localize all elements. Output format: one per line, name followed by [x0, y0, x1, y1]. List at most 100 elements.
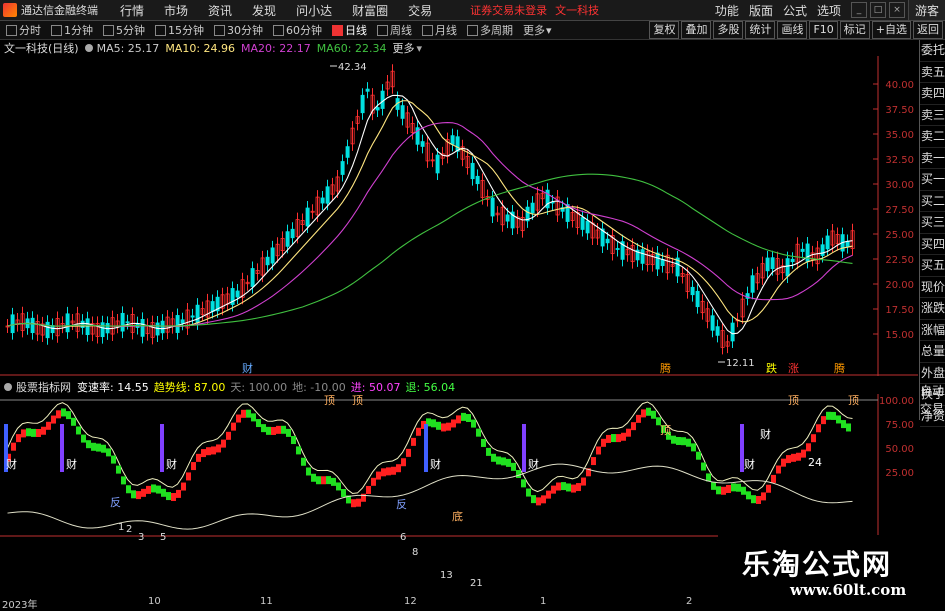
fib-count-label: 5 — [160, 532, 166, 543]
menu-formula[interactable]: 公式 — [783, 2, 807, 19]
quote-buy5[interactable]: 买五 — [920, 255, 945, 277]
chevron-down-icon[interactable]: ▾ — [416, 42, 422, 55]
quote-entrust[interactable]: 委托 — [920, 40, 945, 62]
trend-ribbon — [146, 485, 151, 494]
quote-auto[interactable]: 自动 — [919, 382, 945, 400]
add-watchlist-button[interactable]: +自选 — [871, 21, 911, 39]
more-ma-label[interactable]: 更多 — [392, 40, 414, 56]
quote-change[interactable]: 涨跌 — [920, 298, 945, 320]
quote-buy3[interactable]: 买三 — [920, 212, 945, 234]
statistics-button[interactable]: 统计 — [745, 21, 776, 39]
quote-volume[interactable]: 总量 — [920, 341, 945, 363]
quote-buy2[interactable]: 买二 — [920, 191, 945, 212]
maximize-icon[interactable]: □ — [869, 2, 886, 18]
trend-ribbon — [826, 411, 831, 420]
period-30min[interactable]: 30分钟 — [214, 22, 263, 38]
quote-change-pct[interactable]: 涨幅 — [920, 320, 945, 341]
settings-icon[interactable] — [84, 44, 93, 52]
menu-wealth[interactable]: 财富圈 — [352, 2, 388, 19]
signal-label: 顶 — [660, 424, 671, 437]
trend-ribbon — [81, 434, 86, 443]
period-15min[interactable]: 15分钟 — [155, 22, 204, 38]
trend-ribbon — [271, 426, 276, 435]
trend-ribbon — [181, 482, 186, 491]
menu-discover[interactable]: 发现 — [252, 2, 276, 19]
quote-sell4[interactable]: 卖四 — [920, 83, 945, 105]
trend-ribbon — [96, 443, 101, 452]
candle-body — [820, 244, 825, 256]
quote-sell2[interactable]: 卖二 — [920, 126, 945, 148]
trend-ribbon — [216, 444, 221, 453]
fib-count-label: 2 — [126, 524, 132, 535]
quote-trade[interactable]: 交易 — [919, 400, 945, 418]
period-weekly[interactable]: 周线 — [377, 22, 412, 38]
period-5min[interactable]: 5分钟 — [103, 22, 145, 38]
menu-options[interactable]: 选项 — [817, 2, 841, 19]
overlay-button[interactable]: 叠加 — [681, 21, 712, 39]
f10-button[interactable]: F10 — [809, 21, 838, 39]
menu-trade[interactable]: 交易 — [408, 2, 432, 19]
period-1min[interactable]: 1分钟 — [51, 22, 93, 38]
signal-label: 财 — [528, 457, 539, 471]
period-daily[interactable]: 日线 — [332, 22, 367, 38]
checkbox-icon — [332, 24, 343, 36]
period-multi[interactable]: 多周期 — [467, 22, 513, 38]
quote-price[interactable]: 现价 — [920, 277, 945, 298]
quote-sell5[interactable]: 卖五 — [920, 62, 945, 83]
mark-button[interactable]: 标记 — [839, 21, 870, 39]
menu-market[interactable]: 市场 — [164, 2, 188, 19]
ma10-value: MA10: 24.96 — [165, 41, 236, 55]
quote-panel: 委托 卖五 卖四 卖三 卖二 卖一 买一 买二 买三 买四 买五 现价 涨跌 涨… — [919, 40, 945, 427]
menu-ask[interactable]: 问小达 — [296, 2, 332, 19]
checkbox-icon — [103, 24, 114, 36]
period-more[interactable]: 更多 ▾ — [523, 22, 552, 38]
trend-ribbon — [616, 434, 621, 443]
candle-body — [455, 136, 460, 152]
trend-ribbon — [311, 473, 316, 482]
quote-sell1[interactable]: 卖一 — [920, 148, 945, 169]
trend-ribbon — [681, 437, 686, 446]
ma60-value: MA60: 22.34 — [316, 41, 387, 55]
menu-layout[interactable]: 版面 — [749, 2, 773, 19]
period-timeshare[interactable]: 分时 — [6, 22, 41, 38]
price-tick-label: 32.50 — [885, 155, 914, 166]
signal-label: 顶 — [788, 394, 799, 407]
back-button[interactable]: 返回 — [913, 21, 943, 39]
multi-stock-button[interactable]: 多股 — [713, 21, 744, 39]
quote-outer[interactable]: 外盘 — [920, 363, 945, 384]
trend-ribbon — [551, 485, 556, 494]
trend-ribbon — [531, 495, 536, 504]
quote-buy4[interactable]: 买四 — [920, 234, 945, 255]
menu-market-quotes[interactable]: 行情 — [120, 2, 144, 19]
settings-icon[interactable] — [4, 383, 12, 391]
menu-functions[interactable]: 功能 — [715, 2, 739, 19]
ma60-line — [7, 173, 853, 327]
minimize-icon[interactable]: _ — [850, 2, 867, 18]
trend-ribbon — [651, 410, 656, 419]
trend-ribbon — [776, 465, 781, 474]
price-tick-label: 17.50 — [885, 305, 914, 316]
close-icon[interactable]: × — [888, 2, 905, 18]
trend-ribbon — [751, 495, 756, 504]
menu-news[interactable]: 资讯 — [208, 2, 232, 19]
trend-ribbon — [376, 471, 381, 480]
restore-rights-button[interactable]: 复权 — [649, 21, 680, 39]
trend-ribbon — [736, 483, 741, 492]
candle-body — [605, 238, 610, 244]
trend-ribbon — [491, 453, 496, 462]
candle-body — [195, 304, 200, 324]
period-60min[interactable]: 60分钟 — [273, 22, 322, 38]
quote-sell3[interactable]: 卖三 — [920, 105, 945, 126]
trend-ribbon — [836, 415, 841, 424]
kline-chart[interactable]: 40.00 37.50 35.00 32.50 30.00 27.50 25.00 22.50… — [0, 56, 918, 376]
guest-label[interactable]: 游客 — [907, 0, 945, 20]
candle-body — [360, 94, 365, 114]
fib-count-label: 8 — [412, 547, 418, 558]
checkbox-icon — [6, 24, 17, 36]
trend-ribbon — [676, 436, 681, 445]
period-monthly[interactable]: 月线 — [422, 22, 457, 38]
quote-buy1[interactable]: 买一 — [920, 169, 945, 191]
draw-line-button[interactable]: 画线 — [777, 21, 808, 39]
candle-body — [710, 315, 715, 331]
trend-ribbon — [266, 426, 271, 435]
